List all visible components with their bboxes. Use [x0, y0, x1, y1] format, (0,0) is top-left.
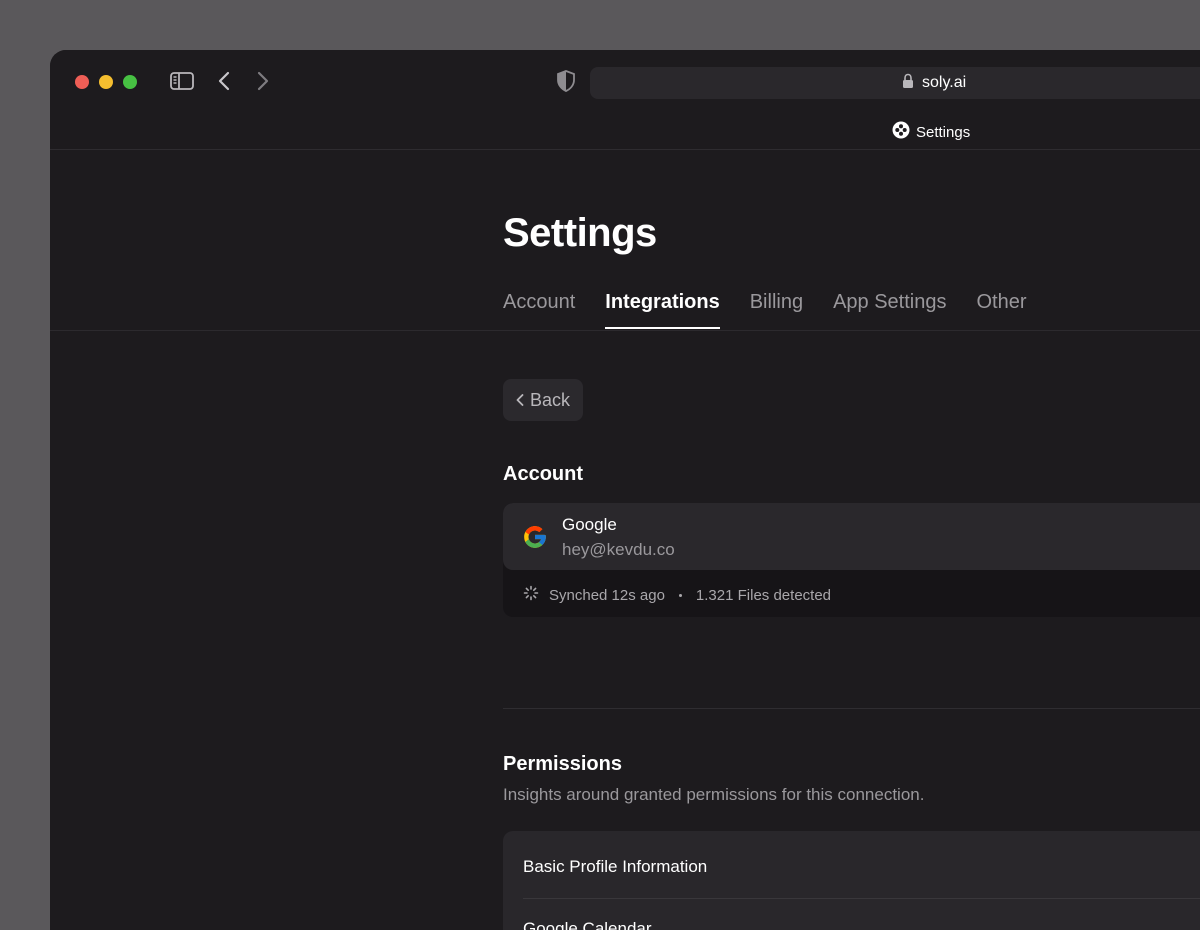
- address-bar[interactable]: soly.ai: [590, 67, 1200, 99]
- tab-integrations[interactable]: Integrations: [605, 291, 721, 329]
- browser-tab-settings[interactable]: Settings: [892, 121, 971, 143]
- permissions-list: Basic Profile Information Google Calenda…: [503, 831, 1200, 930]
- sidebar-toggle-icon[interactable]: [170, 70, 194, 92]
- tab-app-settings[interactable]: App Settings: [833, 291, 946, 328]
- browser-window: soly.ai Settings Settings Account Integr…: [50, 50, 1200, 930]
- window-controls: [75, 75, 137, 89]
- loading-spinner-icon: [523, 585, 539, 605]
- app-logo-icon: [892, 121, 910, 143]
- google-logo-icon: [522, 524, 548, 550]
- account-section-title: Account: [503, 463, 583, 485]
- back-button[interactable]: Back: [503, 379, 583, 421]
- address-bar-content: soly.ai: [902, 67, 966, 99]
- browser-tab-title: Settings: [916, 123, 971, 141]
- lock-icon: [902, 73, 914, 94]
- settings-page: Settings Account Integrations Billing Ap…: [50, 151, 1200, 930]
- minimize-window-button[interactable]: [99, 75, 113, 89]
- permission-item-google-calendar[interactable]: Google Calendar: [523, 919, 652, 930]
- connected-account-card: Google hey@kevdu.co Synched 12s ago 1.32…: [503, 503, 1200, 617]
- shield-icon[interactable]: [556, 70, 576, 92]
- account-email: hey@kevdu.co: [562, 540, 675, 559]
- section-divider: [503, 708, 1200, 709]
- files-detected-text: 1.321 Files detected: [695, 586, 832, 604]
- permission-item-basic-profile[interactable]: Basic Profile Information: [523, 857, 707, 877]
- tabs-divider: [50, 330, 1200, 331]
- chevron-left-icon: [516, 390, 524, 411]
- settings-tabs: Account Integrations Billing App Setting…: [503, 291, 1027, 329]
- page-title: Settings: [503, 211, 657, 255]
- connected-account-row[interactable]: Google hey@kevdu.co: [503, 503, 1200, 570]
- sync-status-text: Synched 12s ago: [549, 586, 665, 604]
- sync-status-bar: Synched 12s ago 1.321 Files detected: [523, 585, 831, 605]
- maximize-window-button[interactable]: [123, 75, 137, 89]
- close-window-button[interactable]: [75, 75, 89, 89]
- address-bar-url: soly.ai: [922, 74, 967, 91]
- permissions-section-title: Permissions: [503, 753, 622, 775]
- browser-titlebar: soly.ai Settings: [50, 50, 1200, 150]
- tab-billing[interactable]: Billing: [750, 291, 803, 328]
- tab-account[interactable]: Account: [503, 291, 575, 328]
- permission-row-divider: [523, 898, 1200, 899]
- back-arrow-icon[interactable]: [214, 70, 234, 92]
- tab-other[interactable]: Other: [977, 291, 1027, 328]
- back-button-label: Back: [529, 389, 571, 410]
- permissions-subtitle: Insights around granted permissions for …: [503, 785, 925, 804]
- forward-arrow-icon[interactable]: [253, 70, 273, 92]
- separator-dot: [678, 593, 682, 597]
- account-provider-name: Google: [562, 515, 617, 534]
